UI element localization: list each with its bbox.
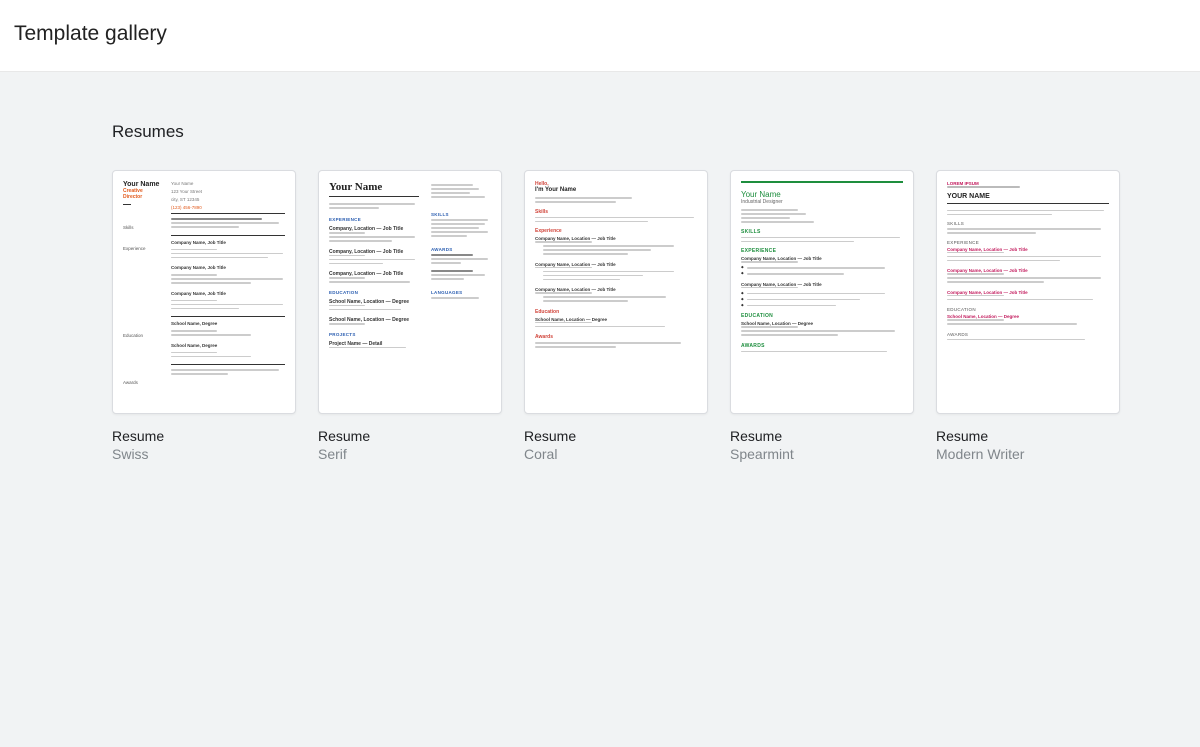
serif-sl1: EDUCATION xyxy=(329,290,419,295)
section-title-resumes: Resumes xyxy=(112,122,1200,142)
coral-e2: Company Name, Location — Job Title xyxy=(535,287,697,292)
serif-name: Your Name xyxy=(329,181,419,193)
serif-sl0: EXPERIENCE xyxy=(329,217,419,222)
serif-e4: School Name, Location — Degree xyxy=(329,317,419,323)
spear-s3: AWARDS xyxy=(741,343,903,349)
template-modern-writer[interactable]: LOREM IPSUM YOUR NAME SKILLS EXPERIENCE … xyxy=(936,170,1120,462)
swiss-contact-2: city, ST 12345 xyxy=(171,197,285,202)
swiss-contact-3: (123) 456-7890 xyxy=(171,205,285,210)
template-coral[interactable]: Hello, I'm Your Name Skills Experience C… xyxy=(524,170,708,462)
mw-s3: AWARDS xyxy=(947,332,1109,337)
template-swiss-subtitle: Swiss xyxy=(112,446,296,462)
template-swiss-thumbnail: Your Name Creative Director Skills Exper… xyxy=(112,170,296,414)
template-spearmint-subtitle: Spearmint xyxy=(730,446,914,462)
template-serif[interactable]: Your Name EXPERIENCE Company, Location —… xyxy=(318,170,502,462)
serif-e3: School Name, Location — Degree xyxy=(329,299,419,305)
swiss-e3: School Name, Degree xyxy=(171,321,285,326)
serif-e2: Company, Location — Job Title xyxy=(329,271,419,277)
swiss-e1: Company Name, Job Title xyxy=(171,265,285,270)
template-serif-subtitle: Serif xyxy=(318,446,502,462)
serif-sr2: LANGUAGES xyxy=(431,290,491,295)
swiss-role: Creative Director xyxy=(123,188,163,200)
swiss-sec-exp: Experience xyxy=(123,246,163,251)
coral-e3: School Name, Location — Degree xyxy=(535,317,697,322)
mw-s2: EDUCATION xyxy=(947,307,1109,312)
swiss-e2: Company Name, Job Title xyxy=(171,291,285,296)
coral-s1: Experience xyxy=(535,228,697,234)
template-modern-writer-subtitle: Modern Writer xyxy=(936,446,1120,462)
spear-s2: EDUCATION xyxy=(741,313,903,319)
spear-e2: School Name, Location — Degree xyxy=(741,321,903,326)
template-modern-writer-title: Resume xyxy=(936,428,1120,444)
serif-sr0: SKILLS xyxy=(431,212,491,217)
serif-e5: Project Name — Detail xyxy=(329,341,419,347)
serif-e1: Company, Location — Job Title xyxy=(329,249,419,255)
spear-name: Your Name xyxy=(741,190,903,199)
swiss-sec-edu: Education xyxy=(123,333,163,338)
mw-top: LOREM IPSUM xyxy=(947,181,1109,186)
template-coral-subtitle: Coral xyxy=(524,446,708,462)
gallery-header: Template gallery xyxy=(0,0,1200,72)
swiss-e4: School Name, Degree xyxy=(171,343,285,348)
spear-e0: Company Name, Location — Job Title xyxy=(741,256,903,261)
template-serif-thumbnail: Your Name EXPERIENCE Company, Location —… xyxy=(318,170,502,414)
coral-name: I'm Your Name xyxy=(535,187,697,193)
template-spearmint-title: Resume xyxy=(730,428,914,444)
swiss-name: Your Name xyxy=(123,181,163,188)
spear-role: Industrial Designer xyxy=(741,199,903,205)
template-swiss[interactable]: Your Name Creative Director Skills Exper… xyxy=(112,170,296,462)
coral-s0: Skills xyxy=(535,209,697,215)
template-row: Your Name Creative Director Skills Exper… xyxy=(112,170,1200,462)
mw-s0: SKILLS xyxy=(947,221,1109,226)
swiss-sec-awd: Awards xyxy=(123,380,163,385)
spear-e1: Company Name, Location — Job Title xyxy=(741,282,903,287)
gallery-title: Template gallery xyxy=(14,22,1200,46)
swiss-sec-skills: Skills xyxy=(123,225,163,230)
mw-e1: Company Name, Location — Job Title xyxy=(947,268,1109,273)
spear-s1: EXPERIENCE xyxy=(741,248,903,254)
template-modern-writer-thumbnail: LOREM IPSUM YOUR NAME SKILLS EXPERIENCE … xyxy=(936,170,1120,414)
coral-e1: Company Name, Location — Job Title xyxy=(535,262,697,267)
spear-s0: SKILLS xyxy=(741,229,903,235)
template-coral-thumbnail: Hello, I'm Your Name Skills Experience C… xyxy=(524,170,708,414)
mw-e0: Company Name, Location — Job Title xyxy=(947,247,1109,252)
coral-e0: Company Name, Location — Job Title xyxy=(535,236,697,241)
mw-s1: EXPERIENCE xyxy=(947,240,1109,245)
serif-e0: Company, Location — Job Title xyxy=(329,226,419,232)
template-serif-title: Resume xyxy=(318,428,502,444)
template-swiss-title: Resume xyxy=(112,428,296,444)
coral-s2: Education xyxy=(535,309,697,315)
mw-e2: Company Name, Location — Job Title xyxy=(947,290,1109,295)
template-spearmint-thumbnail: Your Name Industrial Designer SKILLS EXP… xyxy=(730,170,914,414)
swiss-contact-1: 123 Your Street xyxy=(171,189,285,194)
serif-sl2: PROJECTS xyxy=(329,332,419,337)
serif-sr1: AWARDS xyxy=(431,247,491,252)
mw-e3: School Name, Location — Degree xyxy=(947,314,1109,319)
swiss-contact-0: Your Name xyxy=(171,181,285,186)
template-spearmint[interactable]: Your Name Industrial Designer SKILLS EXP… xyxy=(730,170,914,462)
gallery-body: Resumes Your Name Creative Director Skil… xyxy=(0,72,1200,747)
template-coral-title: Resume xyxy=(524,428,708,444)
swiss-e0: Company Name, Job Title xyxy=(171,240,285,245)
mw-name: YOUR NAME xyxy=(947,193,1109,200)
coral-s3: Awards xyxy=(535,334,697,340)
